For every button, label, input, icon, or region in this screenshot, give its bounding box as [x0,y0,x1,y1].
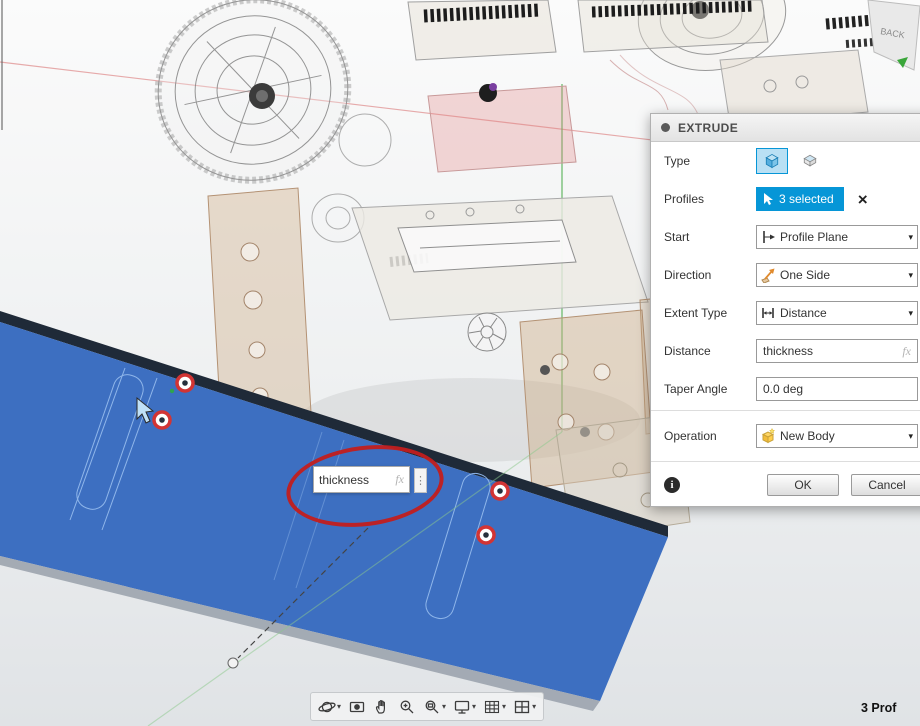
dialog-divider [651,461,920,462]
orbit-icon [318,698,336,716]
operation-row: Operation New Body ▾ [651,413,920,459]
display-settings-icon [453,698,471,716]
grid-icon [483,698,501,716]
chevron-down-icon: ▾ [908,232,913,243]
profiles-count: 3 selected [779,192,834,206]
fit-button[interactable]: ▾ [420,696,449,718]
zoom-icon [398,698,416,716]
dialog-title: EXTRUDE [678,121,738,135]
pan-button[interactable] [370,696,394,718]
profiles-label: Profiles [664,192,756,206]
floating-input-value[interactable]: thickness [319,473,395,487]
distance-floating-input[interactable]: thickness fx [313,466,410,493]
start-value: Profile Plane [780,230,906,244]
extrude-solid-type-button[interactable] [756,148,788,174]
navigation-toolbar: ▾ ▾ ▾ ▾ ▾ [310,692,544,721]
selection-status: 3 Prof [861,701,896,715]
chevron-down-icon: ▾ [472,703,476,711]
extrude-solid-icon [763,151,781,171]
direction-dropdown[interactable]: One Side ▾ [756,263,918,287]
chevron-down-icon: ▾ [908,431,913,442]
distance-value[interactable]: thickness [763,344,902,358]
extent-type-dropdown[interactable]: Distance ▾ [756,301,918,325]
info-icon[interactable]: i [664,477,680,493]
dialog-grip-icon [661,123,670,132]
ok-button[interactable]: OK [767,474,839,496]
cursor-arrow-icon [762,192,774,206]
taper-angle-label: Taper Angle [664,382,756,396]
distance-extent-icon [760,305,780,321]
type-label: Type [664,154,756,168]
extrude-dialog: EXTRUDE Type Profiles [650,113,920,507]
extrude-thin-type-button[interactable] [794,148,826,174]
start-label: Start [664,230,756,244]
chevron-down-icon: ▾ [532,703,536,711]
taper-angle-value[interactable]: 0.0 deg [763,382,911,396]
type-row: Type [651,142,920,180]
operation-label: Operation [664,429,756,443]
chevron-down-icon: ▾ [908,270,913,281]
direction-row: Direction One Side ▾ [651,256,920,294]
dialog-divider [651,410,920,411]
view-cube[interactable]: BACK [868,0,920,70]
new-body-icon [760,428,780,444]
display-settings-button[interactable]: ▾ [450,696,479,718]
extent-type-row: Extent Type Distance ▾ [651,294,920,332]
fx-icon: fx [395,472,404,487]
extrude-thin-icon [801,151,819,171]
distance-input[interactable]: thickness fx [756,339,918,363]
viewports-icon [513,698,531,716]
orbit-button[interactable]: ▾ [315,696,344,718]
chevron-down-icon: ▾ [502,703,506,711]
distance-label: Distance [664,344,756,358]
operation-dropdown[interactable]: New Body ▾ [756,424,918,448]
chevron-down-icon: ▾ [908,308,913,319]
fit-icon [423,698,441,716]
taper-angle-input[interactable]: 0.0 deg [756,377,918,401]
distance-row: Distance thickness fx [651,332,920,370]
cancel-button[interactable]: Cancel [851,474,920,496]
extent-type-value: Distance [780,306,906,320]
chevron-down-icon: ▾ [337,703,341,711]
one-side-icon [760,267,780,283]
look-at-button[interactable] [345,696,369,718]
viewports-button[interactable]: ▾ [510,696,539,718]
taper-angle-row: Taper Angle 0.0 deg [651,370,920,408]
look-at-icon [348,698,366,716]
fx-icon: fx [902,344,911,359]
extent-type-label: Extent Type [664,306,756,320]
pan-icon [373,698,391,716]
grid-settings-button[interactable]: ▾ [480,696,509,718]
start-dropdown[interactable]: Profile Plane ▾ [756,225,918,249]
direction-value: One Side [780,268,906,282]
zoom-button[interactable] [395,696,419,718]
start-row: Start Profile Plane ▾ [651,218,920,256]
floating-input-drag-handle[interactable]: ⋮ [414,468,427,493]
direction-label: Direction [664,268,756,282]
dialog-footer: i OK Cancel [651,464,920,506]
clear-selection-icon[interactable]: × [858,191,868,208]
operation-value: New Body [780,429,906,443]
profiles-selected-button[interactable]: 3 selected [756,187,844,211]
chevron-down-icon: ▾ [442,703,446,711]
profiles-row: Profiles 3 selected × [651,180,920,218]
profile-plane-icon [760,229,780,245]
dialog-header[interactable]: EXTRUDE [651,114,920,142]
